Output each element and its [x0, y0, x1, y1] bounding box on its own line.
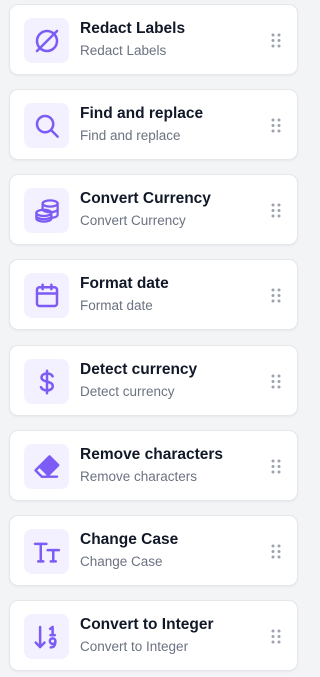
- transform-card-remove-characters[interactable]: Remove characters Remove characters: [9, 430, 298, 501]
- transform-title: Remove characters: [80, 446, 224, 463]
- transform-card-change-case[interactable]: Change Case Change Case: [9, 515, 298, 586]
- transform-title: Detect currency: [80, 361, 198, 378]
- coins-icon: [24, 188, 69, 233]
- drag-handle-icon[interactable]: [271, 33, 281, 48]
- transform-subtitle: Redact Labels: [80, 43, 167, 58]
- drag-handle-icon[interactable]: [271, 629, 281, 644]
- transform-subtitle: Convert Currency: [80, 213, 186, 228]
- transform-card-convert-to-integer[interactable]: Convert to Integer Convert to Integer: [9, 600, 298, 671]
- transform-card-format-date[interactable]: Format date Format date: [9, 259, 298, 330]
- transform-subtitle: Format date: [80, 298, 153, 313]
- transform-card-redact-labels[interactable]: Redact Labels Redact Labels: [9, 4, 298, 75]
- transform-subtitle: Find and replace: [80, 128, 181, 143]
- transform-subtitle: Convert to Integer: [80, 639, 189, 654]
- sort-numeric-icon: [24, 614, 69, 659]
- eraser-icon: [24, 444, 69, 489]
- drag-handle-icon[interactable]: [271, 288, 281, 303]
- calendar-icon: [24, 273, 69, 318]
- transform-title: Change Case: [80, 531, 179, 548]
- drag-handle-icon[interactable]: [271, 118, 281, 133]
- transform-subtitle: Remove characters: [80, 469, 198, 484]
- transform-title: Redact Labels: [80, 20, 186, 37]
- transform-title: Convert Currency: [80, 190, 211, 207]
- transform-subtitle: Detect currency: [80, 384, 175, 399]
- text-case-icon: [24, 529, 69, 574]
- magnifier-icon: [24, 103, 69, 148]
- drag-handle-icon[interactable]: [271, 544, 281, 559]
- drag-handle-icon[interactable]: [271, 459, 281, 474]
- transform-card-find-and-replace[interactable]: Find and replace Find and replace: [9, 89, 298, 160]
- transform-card-detect-currency[interactable]: Detect currency Detect currency: [9, 345, 298, 416]
- transform-title: Find and replace: [80, 105, 204, 122]
- transform-card-convert-currency[interactable]: Convert Currency Convert Currency: [9, 174, 298, 245]
- transform-subtitle: Change Case: [80, 554, 163, 569]
- transform-title: Convert to Integer: [80, 616, 214, 633]
- transform-title: Format date: [80, 275, 169, 292]
- dollar-icon: [24, 359, 69, 404]
- drag-handle-icon[interactable]: [271, 374, 281, 389]
- drag-handle-icon[interactable]: [271, 203, 281, 218]
- slashed-circle-icon: [24, 18, 69, 63]
